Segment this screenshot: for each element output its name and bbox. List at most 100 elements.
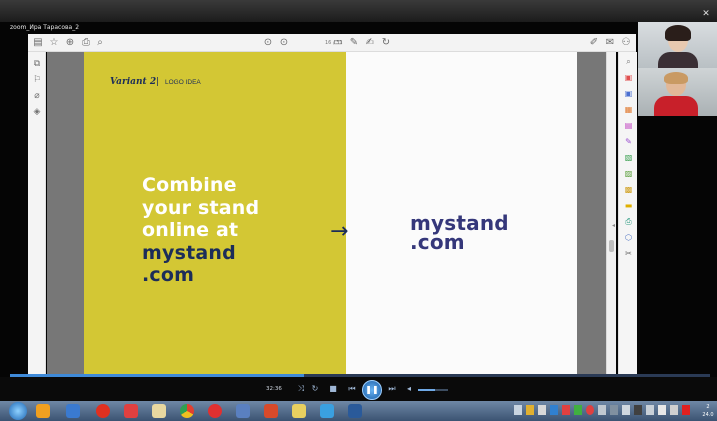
notification-icon[interactable] xyxy=(682,405,690,415)
document-app-icon[interactable] xyxy=(236,404,250,418)
share-icon[interactable]: ↻ xyxy=(380,37,392,49)
upload-icon[interactable]: ⊕ xyxy=(64,37,76,49)
print-tool-icon[interactable]: ⎙ xyxy=(622,216,635,227)
tray-icon[interactable] xyxy=(538,405,546,415)
bookmark-star-icon[interactable]: ☆ xyxy=(48,37,60,49)
repeat-icon[interactable]: ↻ xyxy=(310,383,320,395)
battery-icon[interactable] xyxy=(658,405,666,415)
screen: zoom_Ира Тарасова_2 ✕ ▤ ☆ ⊕ ⎙ ⌕ ⊙ ⊙ 16 /… xyxy=(0,0,717,421)
tray-icon[interactable] xyxy=(574,405,582,415)
headline-line: Combine xyxy=(142,174,237,196)
tray-icon[interactable] xyxy=(526,405,534,415)
left-sidebar: ⧉ ⚐ ⌀ ◈ xyxy=(28,52,46,374)
clock-date: 24.0 xyxy=(702,412,714,418)
participant-hair xyxy=(665,25,691,41)
page-down-icon[interactable]: ⊙ xyxy=(278,37,290,49)
explorer-icon[interactable] xyxy=(292,404,306,418)
yandex-icon[interactable] xyxy=(124,404,138,418)
protect-icon[interactable]: ⬡ xyxy=(622,232,635,243)
telegram-icon[interactable] xyxy=(320,404,334,418)
stop-icon[interactable]: ■ xyxy=(328,383,338,395)
clock-time: 2 xyxy=(706,404,710,410)
volume-level xyxy=(418,389,435,391)
bookmark-icon[interactable]: ⚐ xyxy=(31,74,43,86)
files-icon[interactable] xyxy=(152,404,166,418)
mail-icon[interactable]: ✉ xyxy=(604,37,616,49)
zoom-icon[interactable]: ⌕ xyxy=(622,56,635,67)
tray-icon[interactable] xyxy=(610,405,618,415)
volume-slider[interactable] xyxy=(418,389,448,391)
video-controls xyxy=(0,377,717,401)
zoom-app-icon[interactable] xyxy=(348,404,362,418)
participant-body xyxy=(654,96,698,116)
pages-icon[interactable]: ⧉ xyxy=(31,58,43,70)
logo-line: .com xyxy=(410,230,465,254)
comment-icon[interactable]: ▭ xyxy=(332,37,344,49)
pdf-toolbar: ▤ ☆ ⊕ ⎙ ⌕ ⊙ ⊙ 16 / 31 ▭ ✎ ✍ ↻ ✐ ✉ ⚇ xyxy=(28,34,636,52)
logo-idea-label: LOGO IDEA xyxy=(165,79,201,86)
headline-line: mystand xyxy=(142,241,236,264)
page-up-icon[interactable]: ⊙ xyxy=(262,37,274,49)
note-icon[interactable]: ▬ xyxy=(622,200,635,211)
attachment-icon[interactable]: ⌀ xyxy=(31,90,43,102)
tray-icon[interactable] xyxy=(622,405,630,415)
tray-icon[interactable] xyxy=(634,405,642,415)
search-icon[interactable]: ⌕ xyxy=(94,37,106,49)
next-icon[interactable]: ⏭ xyxy=(386,383,398,395)
participant-video-1[interactable] xyxy=(638,22,717,68)
comment-tool-icon[interactable]: ▤ xyxy=(622,120,635,131)
browser-ie-icon[interactable] xyxy=(66,404,80,418)
layers-icon[interactable]: ◈ xyxy=(31,106,43,118)
participant-video-2[interactable] xyxy=(638,68,717,116)
window-top-strip xyxy=(0,0,717,22)
headline-line: online at xyxy=(142,219,239,241)
logo-mark: mystand .com xyxy=(410,213,560,254)
tray-icon[interactable] xyxy=(586,405,594,415)
window-title: zoom_Ира Тарасова_2 xyxy=(10,24,80,31)
scroll-thumb[interactable] xyxy=(609,240,614,252)
participant-body xyxy=(658,52,698,68)
pdf-reader-icon[interactable] xyxy=(264,404,278,418)
tray-icon[interactable] xyxy=(514,405,522,415)
tray-icon[interactable] xyxy=(550,405,558,415)
headline-line: your stand xyxy=(142,196,260,219)
slide-headline: Combine your stand online at mystand .co… xyxy=(142,174,342,287)
volume-icon[interactable]: ◂ xyxy=(404,383,414,395)
right-tools-panel: ⌕ ▣ ▣ ▦ ▤ ✎ ▧ ▨ ▩ ▬ ⎙ ⬡ ✂ xyxy=(618,52,637,374)
organize-icon[interactable]: ▧ xyxy=(622,152,635,163)
fill-sign-icon[interactable]: ✎ xyxy=(622,136,635,147)
pen-icon[interactable]: ✎ xyxy=(348,37,360,49)
create-pdf-icon[interactable]: ▣ xyxy=(622,88,635,99)
language-icon[interactable] xyxy=(598,405,606,415)
redact-icon[interactable]: ▨ xyxy=(622,168,635,179)
export-pdf-icon[interactable]: ▣ xyxy=(622,72,635,83)
tray-icon[interactable] xyxy=(562,405,570,415)
media-player-icon[interactable] xyxy=(36,404,50,418)
edit-tool-icon[interactable]: ▦ xyxy=(622,104,635,115)
edit-pdf-icon[interactable]: ✐ xyxy=(588,37,600,49)
participant-hair xyxy=(664,72,688,84)
sign-icon[interactable]: ✍ xyxy=(364,37,376,49)
pause-button[interactable]: ❚❚ xyxy=(362,380,382,400)
chrome-icon[interactable] xyxy=(180,404,194,418)
variant-label: Variant 2 xyxy=(110,77,157,87)
system-clock[interactable]: 2 24.0 xyxy=(700,403,716,419)
compress-icon[interactable]: ▩ xyxy=(622,184,635,195)
account-icon[interactable]: ⚇ xyxy=(620,37,632,49)
print-icon[interactable]: ⎙ xyxy=(80,37,92,49)
previous-icon[interactable]: ⏮ xyxy=(346,383,358,395)
file-icon[interactable]: ▤ xyxy=(32,37,44,49)
flag-icon[interactable] xyxy=(670,405,678,415)
more-tools-icon[interactable]: ✂ xyxy=(622,248,635,259)
headline-line: .com xyxy=(142,264,195,286)
label-separator: | xyxy=(156,77,160,87)
close-icon[interactable]: ✕ xyxy=(701,9,711,19)
start-button[interactable] xyxy=(9,402,27,420)
shuffle-icon[interactable]: ⤨ xyxy=(296,383,306,395)
opera-icon[interactable] xyxy=(96,404,110,418)
yandex-browser-icon[interactable] xyxy=(208,404,222,418)
vertical-scrollbar[interactable] xyxy=(606,52,616,374)
right-arrow-icon: → xyxy=(330,219,349,244)
network-icon[interactable] xyxy=(646,405,654,415)
playback-time: 32:36 xyxy=(266,386,282,392)
